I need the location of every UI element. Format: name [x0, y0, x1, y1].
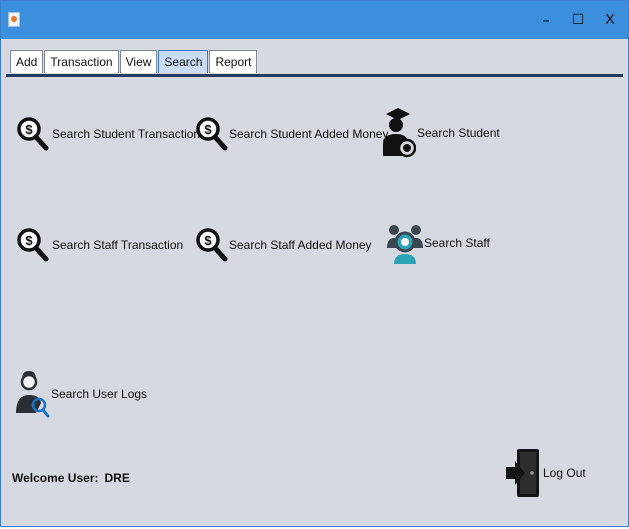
java-app-icon [8, 12, 20, 27]
logout-label: Log Out [543, 466, 586, 480]
search-student-button[interactable]: Search Student [380, 106, 500, 160]
app-window: – ☐ X Add Transaction View Search Report… [0, 0, 629, 527]
user-search-icon [16, 371, 50, 418]
svg-text:$: $ [25, 122, 33, 137]
title-bar: – ☐ X [1, 1, 628, 39]
minimize-button[interactable]: – [531, 7, 561, 33]
student-search-icon [383, 108, 416, 158]
tab-view[interactable]: View [119, 50, 158, 73]
search-student-transaction-button[interactable]: $ Search Student Transaction [15, 113, 200, 155]
money-search-icon: $ [17, 117, 49, 151]
search-student-label: Search Student [417, 126, 500, 140]
search-staff-label: Search Staff [424, 236, 490, 250]
svg-text:$: $ [25, 233, 33, 248]
svg-text:$: $ [204, 122, 212, 137]
search-student-added-money-button[interactable]: $ Search Student Added Money [194, 113, 388, 155]
tab-transaction[interactable]: Transaction [44, 50, 119, 73]
money-search-icon: $ [17, 228, 49, 262]
tab-divider [6, 74, 623, 77]
tab-add[interactable]: Add [10, 50, 44, 73]
tab-search[interactable]: Search [158, 50, 209, 73]
close-button[interactable]: X [595, 7, 625, 33]
staff-search-icon [387, 225, 423, 264]
search-staff-button[interactable]: Search Staff [386, 222, 490, 264]
logout-button[interactable]: Log Out [505, 447, 586, 499]
logout-icon [506, 449, 539, 497]
username: DRE [104, 471, 130, 485]
tab-report[interactable]: Report [209, 50, 258, 73]
search-staff-added-money-button[interactable]: $ Search Staff Added Money [194, 224, 372, 266]
welcome-label: Welcome User: [12, 471, 99, 485]
search-user-logs-label: Search User Logs [51, 387, 148, 401]
welcome-message: Welcome User: DRE [12, 471, 136, 485]
search-staff-transaction-button[interactable]: $ Search Staff Transaction [15, 224, 183, 266]
search-user-logs-button[interactable]: Search User Logs [14, 369, 147, 419]
maximize-button[interactable]: ☐ [563, 7, 593, 33]
tab-bar: Add Transaction View Search Report [10, 50, 258, 74]
money-search-icon: $ [196, 117, 228, 151]
search-staff-transaction-label: Search Staff Transaction [52, 238, 184, 252]
search-staff-added-money-label: Search Staff Added Money [229, 238, 372, 252]
svg-text:$: $ [204, 233, 212, 248]
search-student-added-money-label: Search Student Added Money [229, 127, 389, 141]
money-search-icon: $ [196, 228, 228, 262]
search-student-transaction-label: Search Student Transaction [52, 127, 201, 141]
